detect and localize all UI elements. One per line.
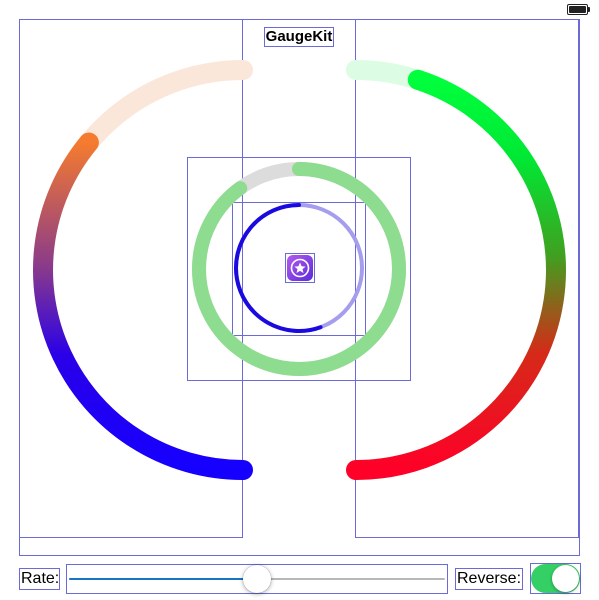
gauge-canvas: [33, 60, 566, 480]
rate-slider[interactable]: [66, 564, 448, 594]
left-arc-gauge: [33, 60, 253, 480]
reverse-label: Reverse:: [455, 568, 523, 590]
page-title: GaugeKit: [264, 27, 334, 47]
right-arc-gauge: [346, 60, 566, 480]
star-badge-icon: [285, 253, 315, 283]
reverse-switch-knob[interactable]: [552, 565, 579, 592]
reverse-toggle[interactable]: [530, 563, 581, 594]
left-arc-track: [33, 60, 253, 480]
rate-slider-thumb[interactable]: [243, 565, 271, 593]
right-arc-fill: [346, 69, 566, 480]
rate-slider-fill: [69, 578, 257, 580]
rate-label: Rate:: [19, 568, 60, 590]
reverse-switch-track[interactable]: [531, 564, 580, 593]
right-arc-track: [346, 60, 566, 480]
